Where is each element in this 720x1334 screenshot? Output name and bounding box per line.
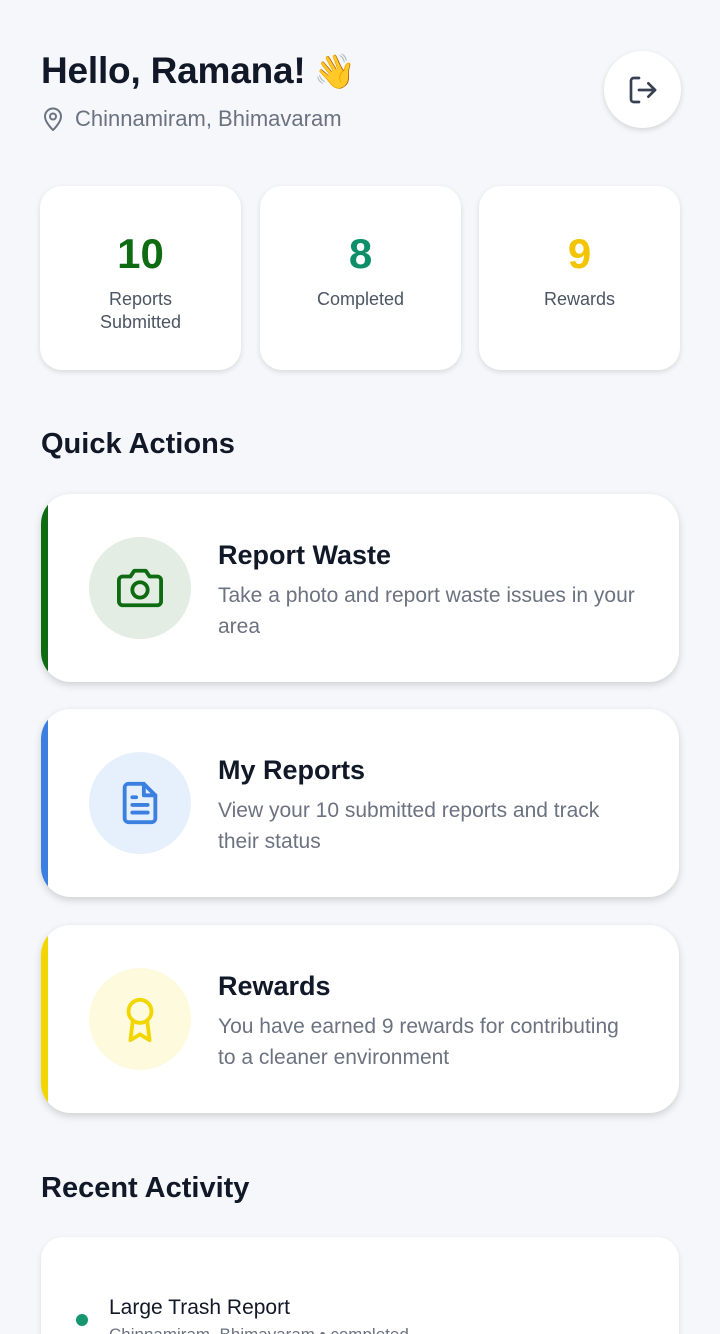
wave-emoji-icon: 👋 xyxy=(313,53,356,91)
recent-item-subtitle: Chinnamiram, Bhimavaram • completed xyxy=(109,1325,409,1334)
card-title: Rewards xyxy=(218,971,331,1001)
stat-label: Rewards xyxy=(543,289,616,309)
quick-actions-heading: Quick Actions xyxy=(41,428,235,460)
recent-activity-item[interactable]: Large Trash Report Chinnamiram, Bhimavar… xyxy=(41,1237,679,1334)
my-reports-card[interactable]: My Reports View your 10 submitted report… xyxy=(41,709,679,897)
report-waste-card[interactable]: Report Waste Take a photo and report was… xyxy=(41,494,679,682)
status-dot xyxy=(76,1314,88,1326)
card-description: View your 10 submitted reports and track… xyxy=(218,799,600,853)
stat-card-reports-submitted: 10 Reports Submitted xyxy=(40,186,241,370)
award-icon xyxy=(126,997,154,1042)
document-icon xyxy=(122,781,158,825)
location-text: Chinnamiram, Bhimavaram xyxy=(75,106,342,131)
card-title: My Reports xyxy=(218,755,366,785)
recent-activity-heading: Recent Activity xyxy=(41,1172,250,1204)
card-accent-bar xyxy=(41,925,48,1113)
card-accent-bar xyxy=(41,494,48,682)
camera-icon xyxy=(117,568,163,608)
stat-value: 8 xyxy=(348,230,373,277)
card-description: Take a photo and report waste issues in … xyxy=(218,584,635,638)
stat-value: 9 xyxy=(567,230,592,277)
stat-label: Completed xyxy=(316,289,405,309)
logout-button[interactable] xyxy=(604,51,681,128)
icon-circle xyxy=(89,537,191,639)
map-pin-icon xyxy=(44,107,62,131)
home-screen: Hello, Ramana! 👋 Chinnamiram, Bhimavaram … xyxy=(0,0,720,1334)
card-description: You have earned 9 rewards for contributi… xyxy=(218,1015,619,1069)
stat-card-rewards: 9 Rewards xyxy=(479,186,680,370)
icon-circle xyxy=(89,968,191,1070)
stat-value: 10 xyxy=(117,230,164,277)
stat-card-completed: 8 Completed xyxy=(260,186,461,370)
greeting-text: Hello, Ramana! xyxy=(41,50,306,91)
card-title: Report Waste xyxy=(218,540,392,570)
stat-label: Reports Submitted xyxy=(99,289,182,332)
icon-circle xyxy=(89,752,191,854)
logout-icon xyxy=(629,76,656,103)
greeting-heading: Hello, Ramana! 👋 xyxy=(41,50,356,92)
location-row: Chinnamiram, Bhimavaram xyxy=(41,106,342,132)
recent-item-title: Large Trash Report xyxy=(109,1296,290,1319)
card-accent-bar xyxy=(41,709,48,897)
rewards-card[interactable]: Rewards You have earned 9 rewards for co… xyxy=(41,925,679,1113)
